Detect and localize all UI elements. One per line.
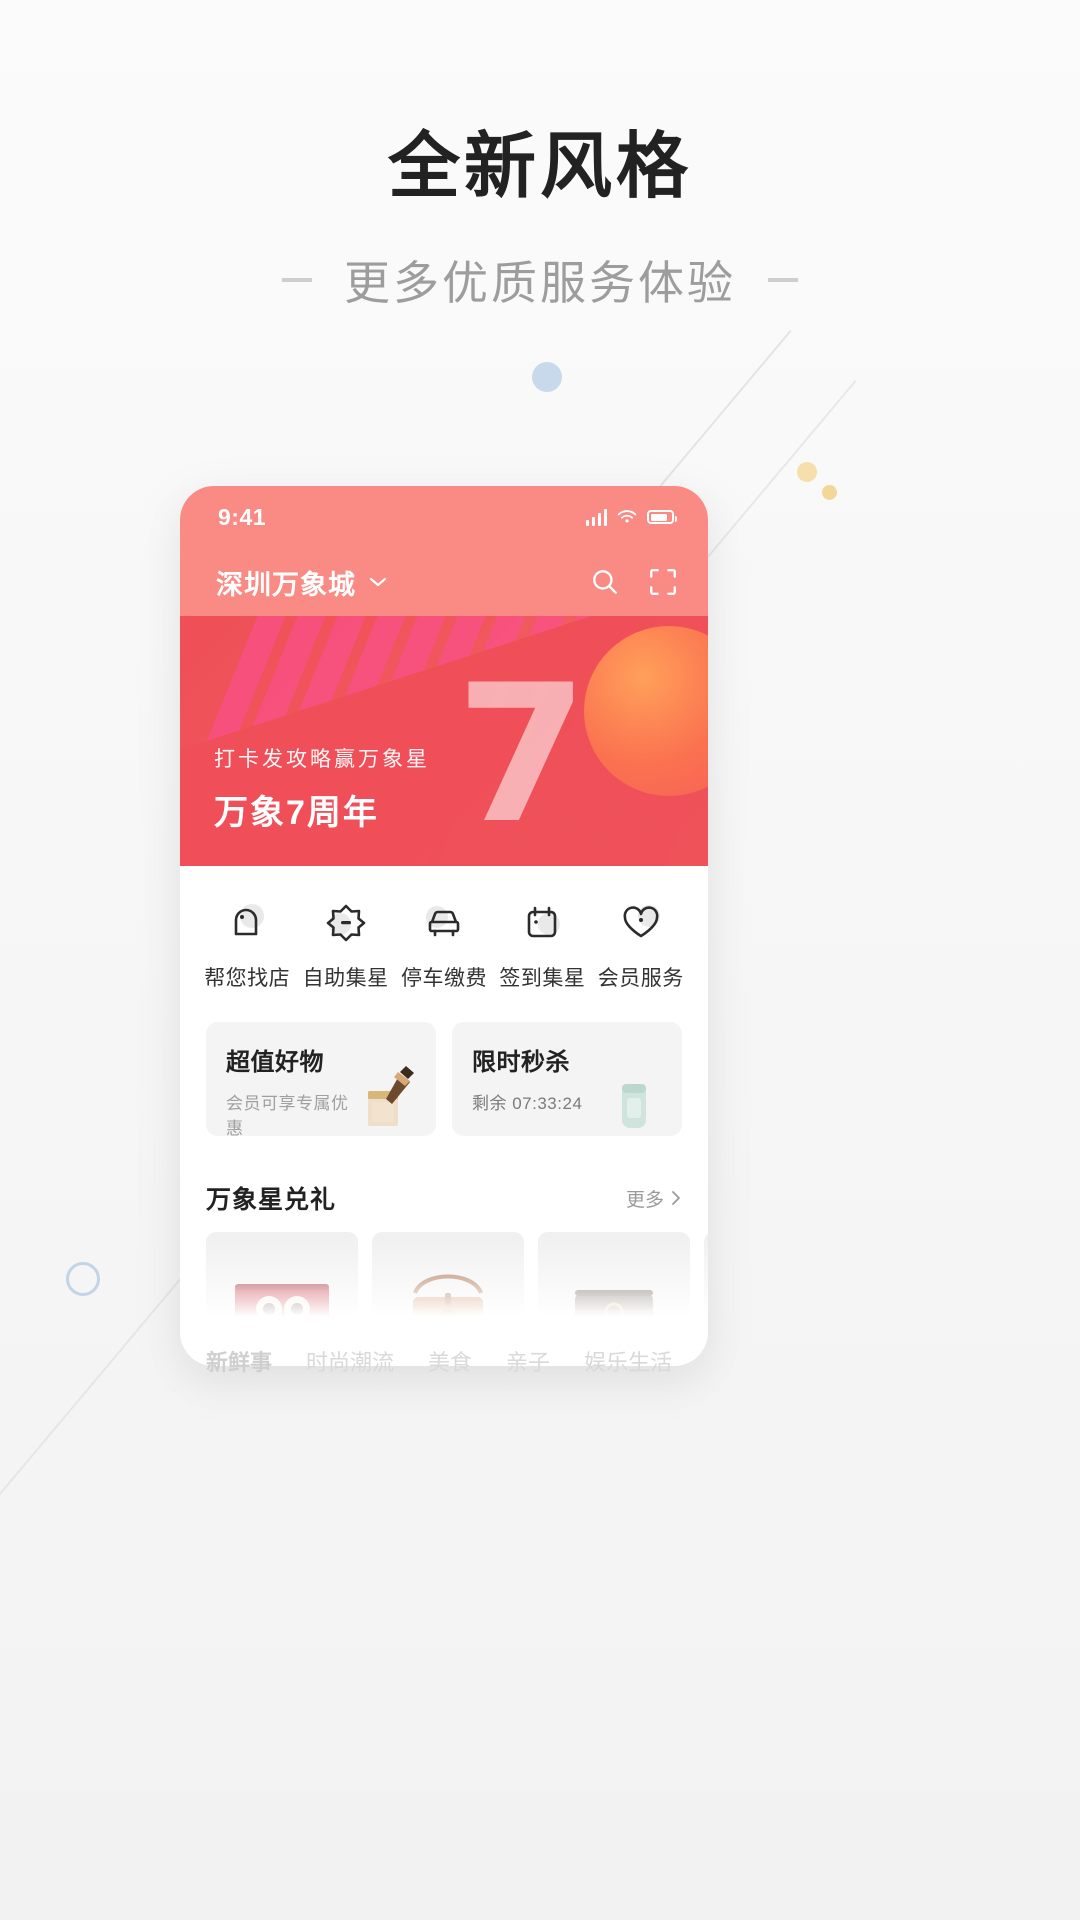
page-subtitle: 更多优质服务体验 (344, 256, 736, 309)
gift-more-button[interactable]: 更多 (626, 1185, 682, 1212)
subtitle-row: 更多优质服务体验 (0, 247, 1080, 313)
tab-food[interactable]: 美食 (428, 1345, 472, 1377)
phone-header: 9:41 深圳万象城 (180, 486, 708, 616)
cosmetics-thumb-icon (354, 1062, 420, 1136)
quick-action-find-store[interactable]: 帮您找店 (199, 896, 295, 992)
status-bar: 9:41 (180, 486, 708, 548)
promo-subtitle: 会员可享专属优惠 (226, 1094, 349, 1136)
quick-action-label: 帮您找店 (204, 967, 291, 990)
status-indicators (585, 508, 677, 526)
mall-selector[interactable]: 深圳万象城 (216, 563, 388, 602)
tab-kids[interactable]: 亲子 (506, 1345, 550, 1377)
quick-action-member[interactable]: 会员服务 (593, 896, 689, 992)
decorative-blue-dot (532, 362, 562, 392)
star-burst-icon (323, 896, 369, 948)
promo-card-deals[interactable]: 超值好物 会员可享专属优惠 (206, 1022, 436, 1136)
gift-more-label: 更多 (625, 1189, 664, 1211)
quick-action-label: 自助集星 (302, 967, 389, 990)
phone-mockup: 9:41 深圳万象城 7 打卡发攻略赢万象星 万象7周年 帮您找店 自助集星 停… (180, 486, 708, 1366)
decorative-line (0, 1260, 197, 1515)
anniversary-banner[interactable]: 7 打卡发攻略赢万象星 万象7周年 (180, 616, 708, 866)
decorative-yellow-dot (822, 485, 837, 500)
decorative-ring (66, 1262, 100, 1296)
scan-icon[interactable] (648, 567, 678, 597)
decorative-yellow-dot (797, 462, 817, 482)
quick-action-label: 停车缴费 (400, 967, 487, 990)
battery-icon (647, 510, 677, 524)
bottle-thumb-icon (600, 1062, 666, 1136)
quick-action-self-star[interactable]: 自助集星 (298, 896, 394, 992)
wifi-icon (617, 510, 637, 523)
page-title: 全新风格 (387, 127, 692, 207)
quick-action-parking[interactable]: 停车缴费 (396, 896, 492, 992)
promo-countdown: 剩余 07:33:24 (472, 1094, 583, 1113)
tab-fashion[interactable]: 时尚潮流 (306, 1345, 394, 1377)
calendar-icon (519, 896, 565, 948)
promo-card-flashsale[interactable]: 限时秒杀 剩余 07:33:24 (452, 1022, 682, 1136)
quick-actions-row: 帮您找店 自助集星 停车缴费 签到集星 会员服务 (180, 866, 708, 1018)
banner-title: 万象7周年 (214, 794, 379, 832)
dash-left-icon (282, 277, 312, 282)
banner-text-block: 打卡发攻略赢万象星 万象7周年 (214, 743, 430, 834)
promo-title: 超值好物 (226, 1049, 324, 1076)
decorative-line (700, 380, 857, 566)
banner-numeral: 7 (455, 644, 588, 865)
quick-action-checkin[interactable]: 签到集星 (494, 896, 590, 992)
promo-card-row: 超值好物 会员可享专属优惠 限时秒杀 剩余 07:33:24 (180, 1018, 708, 1162)
content-tab-bar[interactable]: 新鲜事 时尚潮流 美食 亲子 娱乐生活 (180, 1345, 708, 1377)
gift-section-header: 万象星兑礼 更多 (180, 1180, 708, 1232)
dash-right-icon (768, 277, 798, 282)
tab-news[interactable]: 新鲜事 (206, 1345, 272, 1377)
chevron-right-icon (672, 1191, 680, 1205)
status-time: 9:41 (218, 503, 267, 530)
mall-name-label: 深圳万象城 (216, 569, 356, 600)
shop-tag-icon (224, 896, 270, 948)
car-icon (421, 896, 467, 948)
quick-action-label: 签到集星 (499, 967, 586, 990)
heart-icon (618, 896, 664, 948)
promo-page: 全新风格 更多优质服务体验 9:41 深圳万象城 7 打卡发攻略赢万象星 万象7… (0, 0, 1080, 1920)
headline-block: 全新风格 更多优质服务体验 (0, 126, 1080, 313)
banner-subtitle: 打卡发攻略赢万象星 (214, 748, 430, 771)
tab-entertainment[interactable]: 娱乐生活 (584, 1345, 672, 1377)
promo-title: 限时秒杀 (472, 1049, 570, 1076)
gift-section-title: 万象星兑礼 (206, 1186, 337, 1214)
signal-bars-icon (585, 508, 607, 526)
navbar-actions (590, 567, 678, 597)
quick-action-label: 会员服务 (597, 967, 684, 990)
chevron-down-icon (369, 577, 387, 587)
search-icon[interactable] (590, 567, 620, 597)
app-navbar: 深圳万象城 (180, 548, 708, 616)
